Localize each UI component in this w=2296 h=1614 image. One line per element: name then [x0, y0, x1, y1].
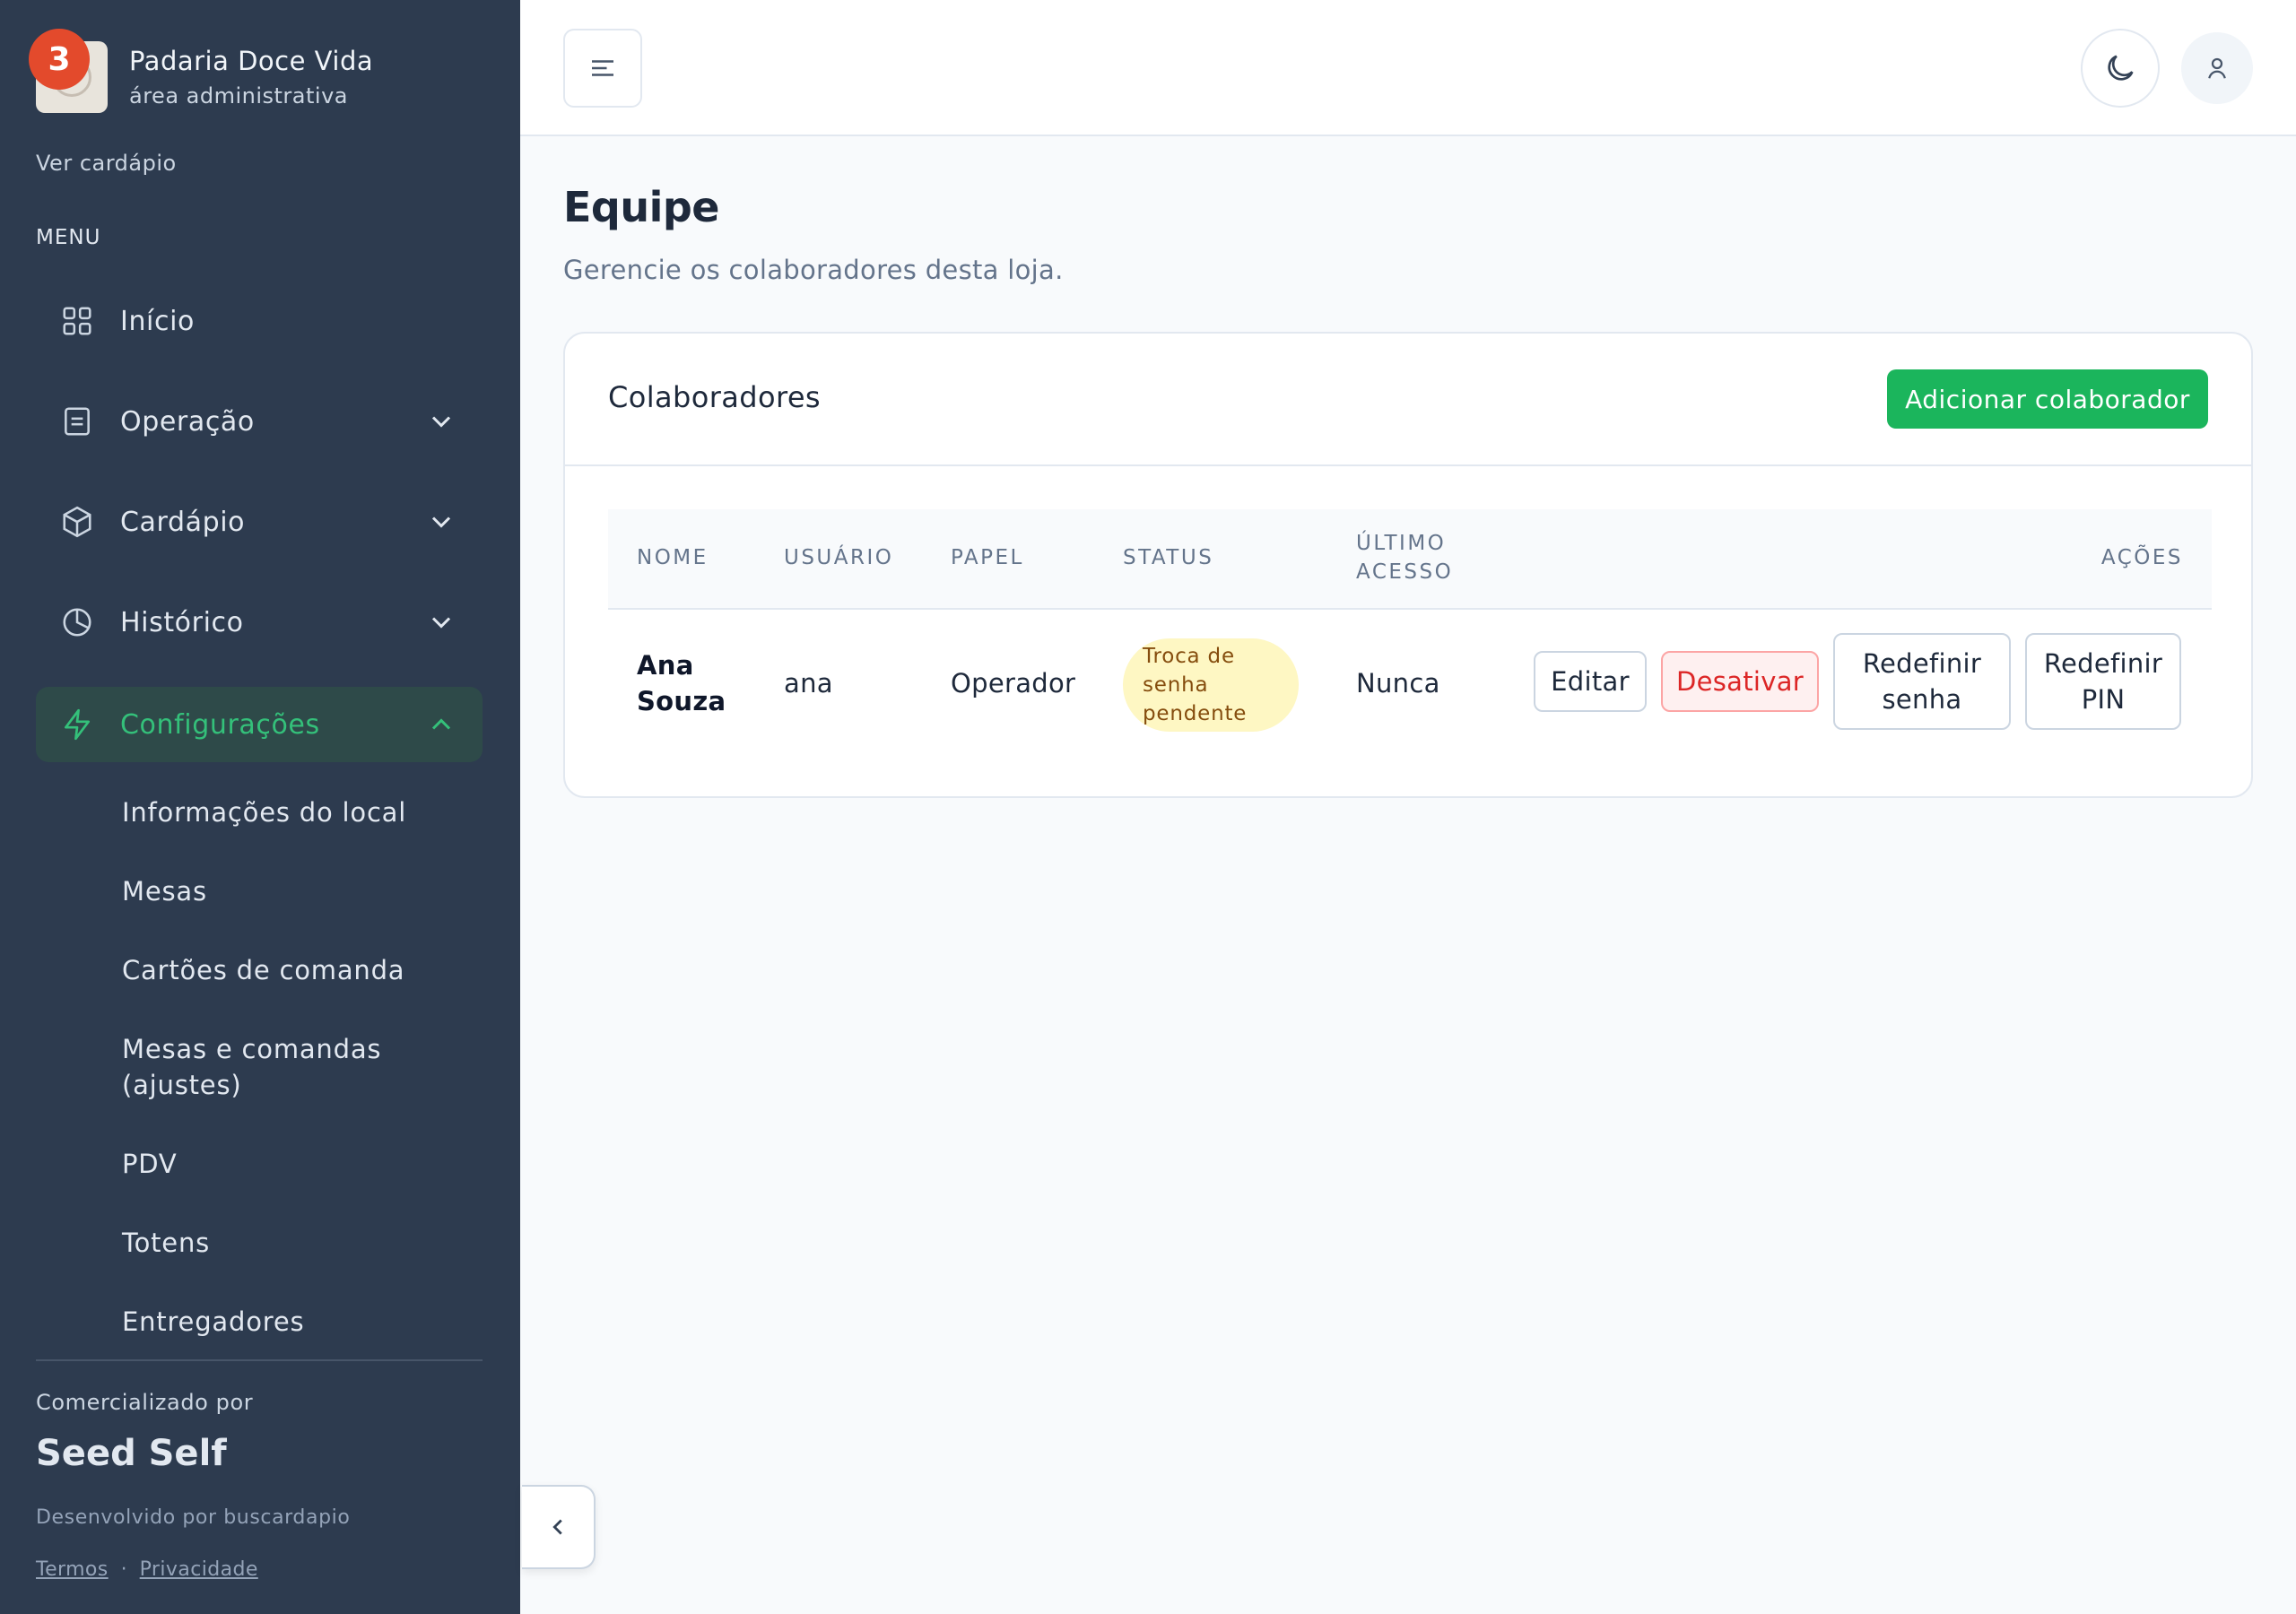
sold-by-label: Comercializado por — [36, 1390, 254, 1415]
page-title: Equipe — [563, 183, 720, 231]
submenu-item-totens[interactable]: Totens — [122, 1225, 210, 1261]
column-header-role: PAPEL — [951, 546, 1024, 569]
deactivate-button[interactable]: Desativar — [1661, 651, 1819, 712]
add-collaborator-button[interactable]: Adicionar colaborador — [1887, 369, 2208, 429]
chevron-left-icon — [552, 1519, 562, 1535]
seller-logo-text: Seed Self — [36, 1433, 227, 1474]
submenu-item-cartoes[interactable]: Cartões de comanda — [122, 952, 404, 988]
footer-links: Termos · Privacidade — [36, 1558, 258, 1581]
terms-link[interactable]: Termos — [36, 1558, 109, 1581]
privacy-link[interactable]: Privacidade — [140, 1558, 258, 1581]
sidebar-item-configuracoes[interactable]: Configurações — [36, 687, 483, 762]
status-badge: Troca de senha pendente — [1123, 638, 1299, 732]
sidebar: Padaria Doce Vida área administrativa 3 … — [0, 0, 520, 1614]
footer-separator: · — [120, 1558, 127, 1581]
chevron-up-icon — [431, 718, 451, 730]
user-menu-button[interactable] — [2181, 32, 2253, 104]
sidebar-item-historico[interactable]: Histórico — [36, 585, 483, 660]
chevron-down-icon — [431, 617, 451, 629]
user-icon — [2208, 57, 2226, 79]
column-header-status: STATUS — [1123, 546, 1214, 569]
cell-name: Ana Souza — [637, 650, 726, 716]
sidebar-divider — [36, 1359, 483, 1361]
table-row: Ana Souza ana Operador Troca de senha pe… — [608, 610, 2212, 757]
box-icon — [59, 504, 95, 540]
lightning-icon — [59, 707, 95, 742]
theme-toggle-button[interactable] — [2081, 29, 2160, 108]
moon-icon — [2108, 55, 2134, 81]
document-icon — [59, 404, 95, 439]
collapse-sidebar-button[interactable] — [522, 1485, 596, 1569]
reset-password-button[interactable]: Redefinir senha — [1833, 633, 2011, 730]
chevron-down-icon — [431, 416, 451, 428]
reset-pin-button[interactable]: Redefinir PIN — [2025, 633, 2181, 730]
developed-by-label: Desenvolvido por buscardapio — [36, 1506, 351, 1529]
menu-icon — [592, 60, 613, 76]
top-bar — [520, 0, 2296, 136]
sidebar-item-label: Histórico — [120, 606, 244, 638]
submenu-item-informacoes[interactable]: Informações do local — [122, 794, 406, 830]
sidebar-item-cardapio[interactable]: Cardápio — [36, 484, 483, 560]
menu-toggle-button[interactable] — [563, 29, 642, 108]
edit-button[interactable]: Editar — [1534, 651, 1647, 712]
sidebar-item-label: Início — [120, 305, 195, 337]
view-menu-link[interactable]: Ver cardápio — [36, 151, 177, 176]
card-title: Colaboradores — [608, 380, 821, 414]
card-header: Colaboradores Adicionar colaborador — [565, 334, 2251, 466]
submenu-item-mesas[interactable]: Mesas — [122, 873, 207, 909]
submenu-item-pdv[interactable]: PDV — [122, 1146, 178, 1182]
submenu-item-mesas-comandas[interactable]: Mesas e comandas (ajustes) — [122, 1031, 463, 1103]
menu-heading: MENU — [36, 226, 101, 249]
column-header-actions: AÇÕES — [2100, 546, 2183, 569]
store-name: Padaria Doce Vida — [129, 46, 374, 76]
cell-last-access: Nunca — [1356, 668, 1440, 699]
cell-username: ana — [784, 668, 833, 699]
column-header-last-access: ÚLTIMO ACESSO — [1356, 532, 1454, 584]
pie-chart-icon — [59, 604, 95, 640]
table-header: NOME USUÁRIO PAPEL STATUS ÚLTIMO ACESSO … — [608, 509, 2212, 610]
column-header-username: USUÁRIO — [784, 546, 894, 569]
sidebar-item-label: Operação — [120, 405, 255, 438]
sidebar-item-label: Cardápio — [120, 506, 246, 538]
cell-role: Operador — [951, 668, 1076, 699]
page-subtitle: Gerencie os colaboradores desta loja. — [563, 255, 1064, 285]
column-header-name: NOME — [637, 546, 709, 569]
sidebar-item-inicio[interactable]: Início — [36, 283, 483, 359]
chevron-down-icon — [431, 516, 451, 528]
grid-icon — [59, 303, 95, 339]
sidebar-item-operacao[interactable]: Operação — [36, 384, 483, 459]
collaborators-card: Colaboradores Adicionar colaborador NOME… — [563, 332, 2253, 798]
store-subtitle: área administrativa — [129, 83, 348, 108]
submenu-item-entregadores[interactable]: Entregadores — [122, 1304, 304, 1340]
sidebar-item-label: Configurações — [120, 708, 320, 741]
notification-badge[interactable]: 3 — [29, 29, 90, 90]
